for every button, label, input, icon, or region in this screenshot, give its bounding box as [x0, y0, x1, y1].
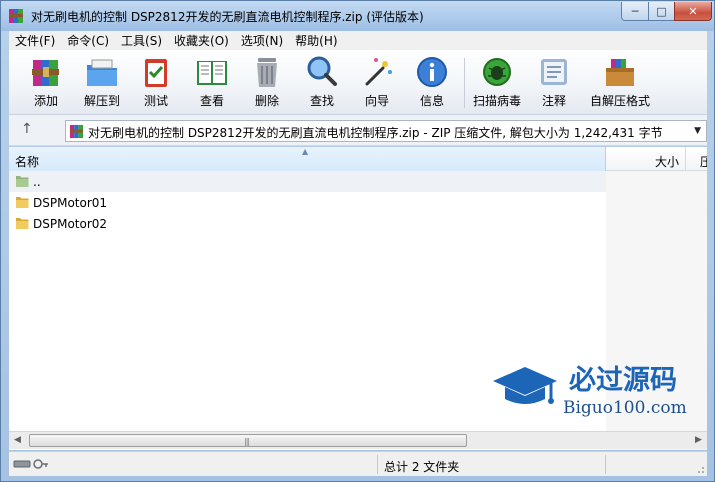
winrar-app-icon — [9, 9, 23, 23]
name-column-header[interactable]: ▲ 名称 — [9, 147, 606, 171]
toolbar-separator — [464, 58, 465, 108]
app-window: 对无刷电机的控制 DSP2812开发的无刷直流电机控制程序.zip (评估版本)… — [0, 0, 715, 482]
sfx-box-icon — [606, 59, 634, 86]
scroll-left-icon[interactable]: ◀ — [14, 435, 21, 445]
test-icon — [145, 59, 167, 87]
add-label: 添加 — [33, 94, 58, 108]
size-column-header[interactable]: 大小 — [655, 153, 679, 170]
add-button[interactable]: 添加 — [19, 54, 73, 112]
column-header: ▲ 名称 大小 压 — [9, 147, 707, 171]
scrollbar-grip-icon: ||| — [244, 437, 250, 446]
menu-file[interactable]: 文件(F) — [9, 32, 61, 49]
view-label: 查看 — [199, 94, 224, 108]
archive-path-text: 对无刷电机的控制 DSP2812开发的无刷直流电机控制程序.zip - ZIP … — [88, 126, 663, 140]
file-rows: .. DSPMotor01 DSPMotor02 — [9, 171, 707, 234]
folder-icon — [16, 197, 29, 208]
menu-help[interactable]: 帮助(H) — [289, 32, 343, 49]
list-item[interactable]: .. — [9, 171, 707, 192]
virus-scan-label: 扫描病毒 — [472, 94, 521, 108]
list-item[interactable]: DSPMotor01 — [9, 192, 707, 213]
watermark-logo: 必过源码 Biguo100.com — [493, 365, 687, 418]
list-item-name: DSPMotor02 — [33, 217, 108, 231]
list-item[interactable]: DSPMotor02 — [9, 213, 707, 234]
comment-icon — [541, 59, 567, 85]
info-icon — [417, 57, 447, 87]
watermark-title: 必过源码 — [569, 365, 677, 396]
drive-and-key-icon[interactable] — [13, 458, 49, 470]
archive-icon — [69, 124, 84, 139]
menu-commands[interactable]: 命令(C) — [61, 32, 115, 49]
wizard-label: 向导 — [364, 94, 389, 108]
toolbar: 添加 解压到 测试 查看 删除 查找 向导 信息 扫描病毒 注释 自解压格式 — [9, 50, 707, 115]
virus-scan-button[interactable]: 扫描病毒 — [470, 54, 524, 112]
extract-to-label: 解压到 — [83, 94, 120, 108]
comment-button[interactable]: 注释 — [527, 54, 581, 112]
status-summary: 总计 2 文件夹 — [384, 460, 460, 474]
watermark-url: Biguo100.com — [563, 398, 687, 418]
address-bar: ↑ 对无刷电机的控制 DSP2812开发的无刷直流电机控制程序.zip - ZI… — [9, 115, 707, 146]
virus-scan-icon — [483, 58, 511, 86]
file-list[interactable]: ▲ 名称 大小 压 .. DSPMotor01 DSPMotor02 必过源码 … — [9, 147, 707, 450]
minimize-button[interactable]: ─ — [621, 2, 649, 21]
column-divider[interactable] — [685, 147, 686, 171]
find-button[interactable]: 查找 — [295, 54, 349, 112]
find-label: 查找 — [309, 94, 334, 108]
status-bar: 总计 2 文件夹 — [9, 451, 707, 476]
chevron-down-icon[interactable]: ▼ — [694, 126, 701, 136]
test-label: 测试 — [143, 94, 168, 108]
resize-grip-icon[interactable] — [695, 464, 705, 474]
close-button[interactable]: ✕ — [674, 2, 712, 21]
scroll-right-icon[interactable]: ▶ — [695, 435, 702, 445]
info-button[interactable]: 信息 — [405, 54, 459, 112]
extract-to-icon — [87, 59, 117, 86]
folder-icon — [16, 218, 29, 229]
info-label: 信息 — [419, 94, 444, 108]
extract-to-button[interactable]: 解压到 — [75, 54, 129, 112]
parent-folder-icon — [16, 176, 29, 187]
up-folder-button[interactable]: ↑ — [21, 121, 33, 137]
path-combobox[interactable]: 对无刷电机的控制 DSP2812开发的无刷直流电机控制程序.zip - ZIP … — [65, 120, 707, 142]
magnifier-icon — [307, 56, 337, 86]
packed-column-header[interactable]: 压 — [700, 153, 707, 170]
test-button[interactable]: 测试 — [129, 54, 183, 112]
window-title: 对无刷电机的控制 DSP2812开发的无刷直流电机控制程序.zip (评估版本) — [31, 10, 424, 24]
sfx-label: 自解压格式 — [589, 94, 650, 108]
title-bar[interactable]: 对无刷电机的控制 DSP2812开发的无刷直流电机控制程序.zip (评估版本)… — [1, 1, 714, 31]
menu-tools[interactable]: 工具(S) — [115, 32, 168, 49]
menu-bar: 文件(F) 命令(C) 工具(S) 收藏夹(O) 选项(N) 帮助(H) — [9, 31, 707, 50]
delete-button[interactable]: 删除 — [240, 54, 294, 112]
add-archive-icon — [32, 60, 59, 86]
sort-ascending-icon: ▲ — [302, 147, 309, 156]
list-item-name: .. — [33, 175, 41, 189]
menu-favorites[interactable]: 收藏夹(O) — [168, 32, 235, 49]
horizontal-scrollbar[interactable]: ◀ ||| ▶ — [9, 431, 707, 449]
comment-label: 注释 — [541, 94, 566, 108]
delete-label: 删除 — [254, 94, 279, 108]
view-button[interactable]: 查看 — [185, 54, 239, 112]
list-item-name: DSPMotor01 — [33, 196, 108, 210]
trash-icon — [257, 58, 277, 87]
name-column-label: 名称 — [15, 155, 40, 169]
maximize-button[interactable]: □ — [648, 2, 675, 21]
menu-options[interactable]: 选项(N) — [235, 32, 289, 49]
wizard-button[interactable]: 向导 — [350, 54, 404, 112]
view-book-icon — [197, 61, 227, 85]
sfx-button[interactable]: 自解压格式 — [589, 54, 651, 112]
wizard-wand-icon — [365, 58, 392, 86]
scrollbar-thumb[interactable]: ||| — [29, 434, 467, 447]
